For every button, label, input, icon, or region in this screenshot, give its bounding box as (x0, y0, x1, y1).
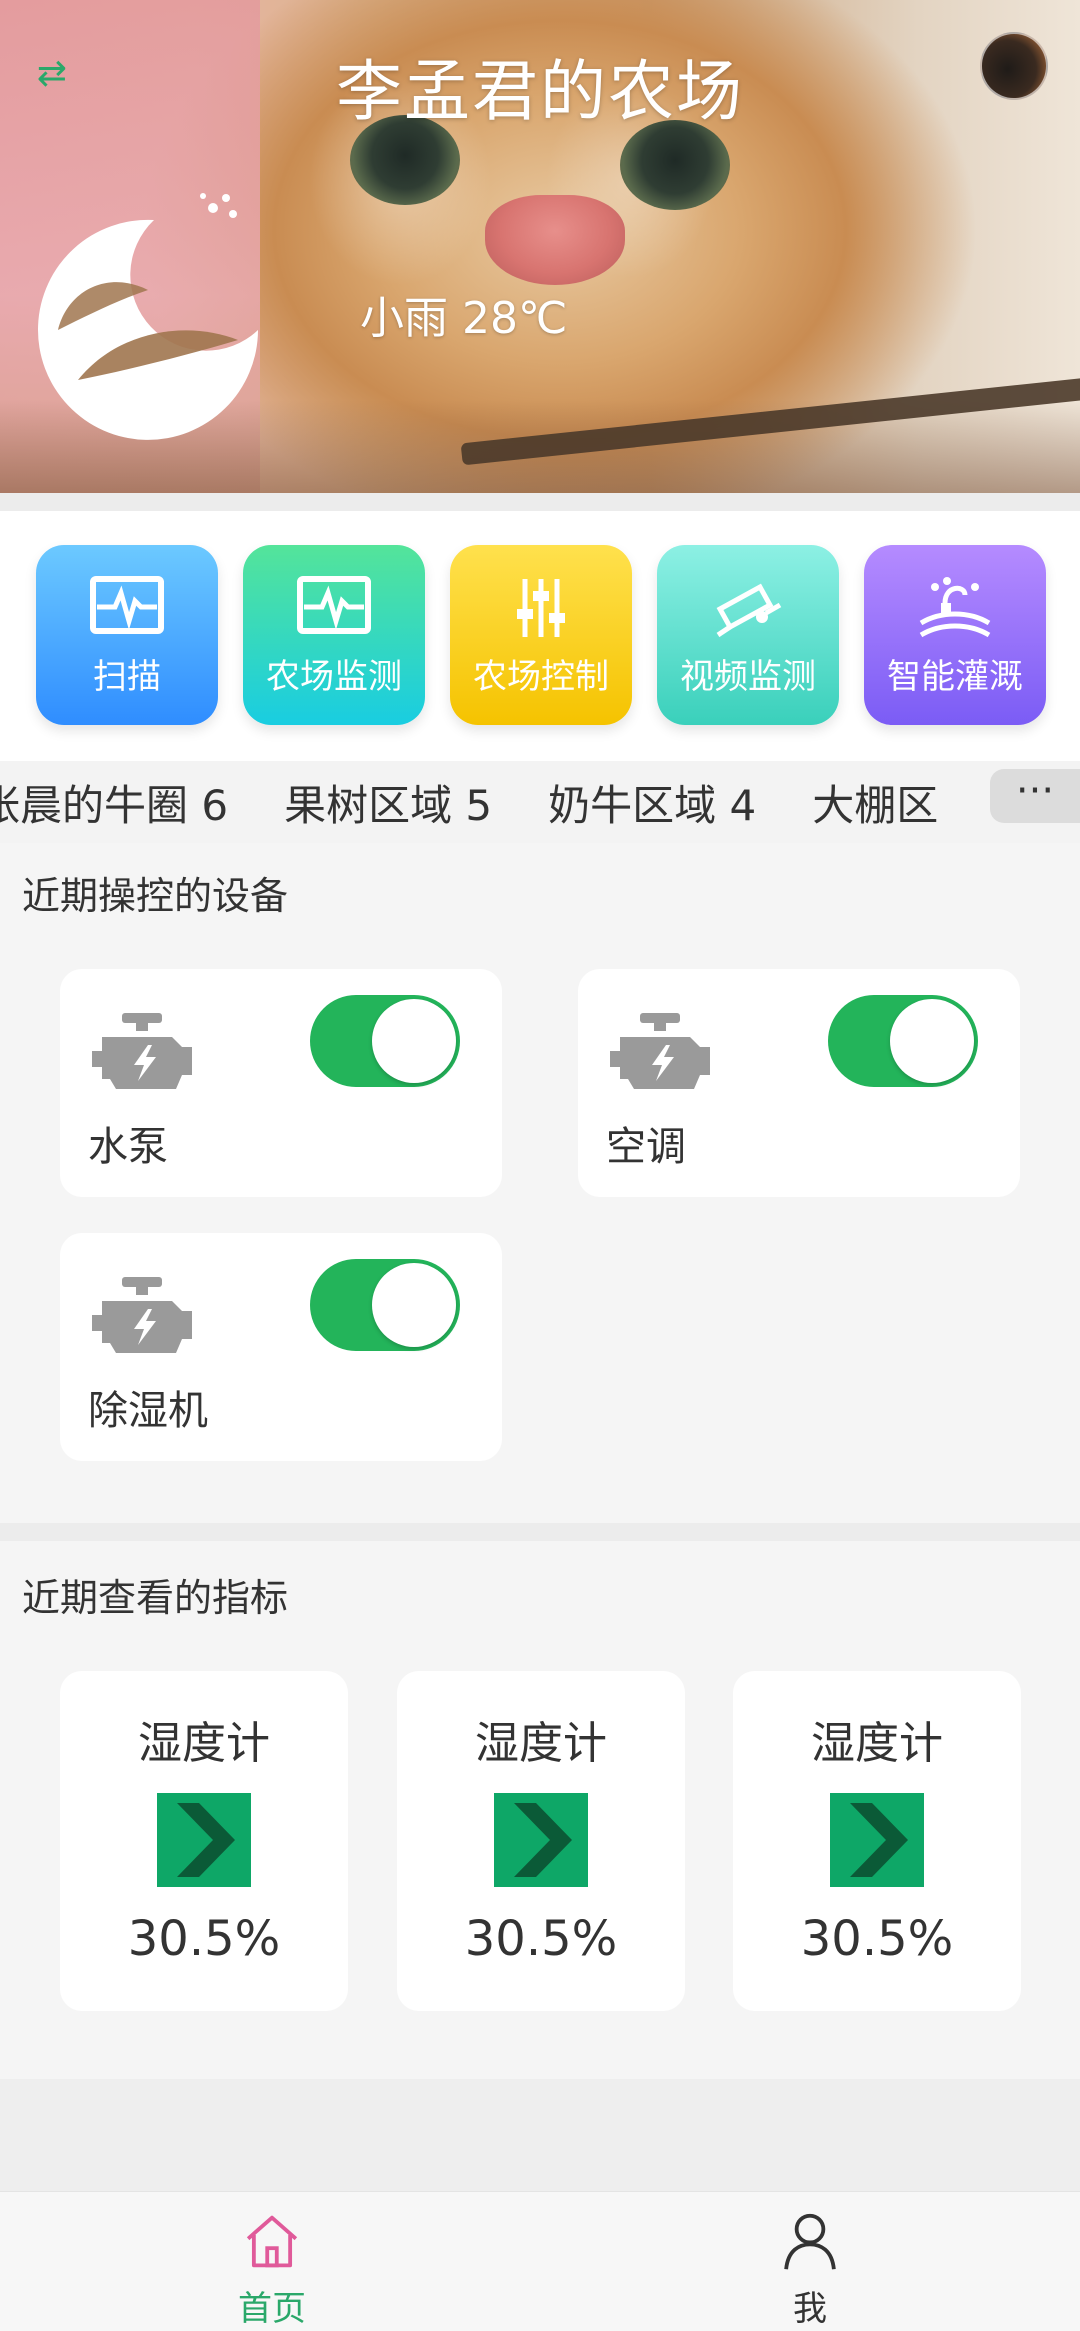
tab-label: 我 (793, 2289, 827, 2329)
area-tab[interactable]: 果树区域 5 (284, 772, 492, 833)
device-card[interactable]: 水泵 (60, 969, 502, 1197)
scan-button[interactable]: 扫描 (36, 545, 218, 725)
scan-icon (90, 575, 164, 634)
camera-icon (716, 583, 782, 637)
recent-metrics-section: 近期查看的指标 湿度计 30.5% 湿度计 30.5% 湿度计 30.5% (0, 1541, 1080, 2079)
action-label: 农场控制 (473, 656, 609, 697)
tab-home[interactable]: 首页 (172, 2210, 372, 2330)
metric-card[interactable]: 湿度计 30.5% (60, 1671, 348, 2011)
area-tab[interactable]: 大棚区 (812, 772, 938, 833)
action-label: 农场监测 (266, 656, 402, 697)
farm-control-button[interactable]: 农场控制 (450, 545, 632, 725)
home-icon (246, 2215, 298, 2268)
device-toggle[interactable] (828, 995, 978, 1087)
tab-me[interactable]: 我 (710, 2210, 910, 2330)
banner-photo-detail (485, 195, 625, 285)
device-name: 除湿机 (88, 1388, 208, 1434)
divider (0, 1523, 1080, 1541)
monitor-icon (297, 575, 371, 634)
bottom-tab-bar: 首页 我 (0, 2191, 1080, 2331)
chevron-right-icon (830, 1793, 924, 1887)
device-toggle[interactable] (310, 1259, 460, 1351)
area-tabs: 张晨的牛圈 6 果树区域 5 奶牛区域 4 大棚区 ··· (0, 761, 1080, 843)
device-name: 空调 (606, 1124, 686, 1170)
action-label: 智能灌溉 (887, 656, 1023, 697)
action-label: 视频监测 (680, 656, 816, 697)
metric-card[interactable]: 湿度计 30.5% (397, 1671, 685, 2011)
device-card[interactable]: 除湿机 (60, 1233, 502, 1461)
divider (0, 493, 1080, 511)
engine-icon (610, 1013, 710, 1089)
area-tab[interactable]: 张晨的牛圈 6 (0, 772, 228, 833)
farm-logo-icon (38, 193, 258, 440)
video-monitor-button[interactable]: 视频监测 (657, 545, 839, 725)
weather-text: 小雨 28℃ (360, 293, 568, 344)
metric-name: 湿度计 (811, 1718, 943, 1769)
metric-name: 湿度计 (138, 1718, 270, 1769)
page-title: 李孟君的农场 (336, 53, 744, 130)
section-title: 近期查看的指标 (22, 1576, 289, 1620)
more-areas-button[interactable]: ··· (990, 769, 1080, 823)
chevron-right-icon (494, 1793, 588, 1887)
engine-icon (92, 1277, 192, 1353)
metric-value: 30.5% (800, 1911, 954, 1967)
header-banner: ⇄ 李孟君的农场 小雨 28℃ (0, 0, 1080, 493)
metric-value: 30.5% (464, 1911, 618, 1967)
metric-name: 湿度计 (475, 1718, 607, 1769)
sliders-icon (517, 578, 565, 637)
chevron-right-icon (157, 1793, 251, 1887)
user-icon (784, 2213, 836, 2270)
content-spacer (0, 2079, 1080, 2191)
metric-card[interactable]: 湿度计 30.5% (733, 1671, 1021, 2011)
toggle-knob (372, 999, 456, 1083)
device-name: 水泵 (88, 1124, 168, 1170)
farm-monitor-button[interactable]: 农场监测 (243, 545, 425, 725)
toggle-knob (372, 1263, 456, 1347)
toggle-knob (890, 999, 974, 1083)
device-toggle[interactable] (310, 995, 460, 1087)
device-card[interactable]: 空调 (578, 969, 1020, 1197)
metric-value: 30.5% (127, 1911, 281, 1967)
action-label: 扫描 (93, 656, 161, 697)
tab-label: 首页 (238, 2289, 306, 2329)
section-title: 近期操控的设备 (22, 874, 289, 918)
recent-devices-section: 近期操控的设备 水泵 空调 除湿机 (0, 843, 1080, 1523)
quick-actions: 扫描 农场监测 农场控制 视频监测 智能灌溉 (0, 511, 1080, 761)
irrigation-icon (919, 576, 991, 637)
smart-irrigation-button[interactable]: 智能灌溉 (864, 545, 1046, 725)
area-tab[interactable]: 奶牛区域 4 (548, 772, 756, 833)
engine-icon (92, 1013, 192, 1089)
avatar[interactable] (980, 32, 1048, 100)
